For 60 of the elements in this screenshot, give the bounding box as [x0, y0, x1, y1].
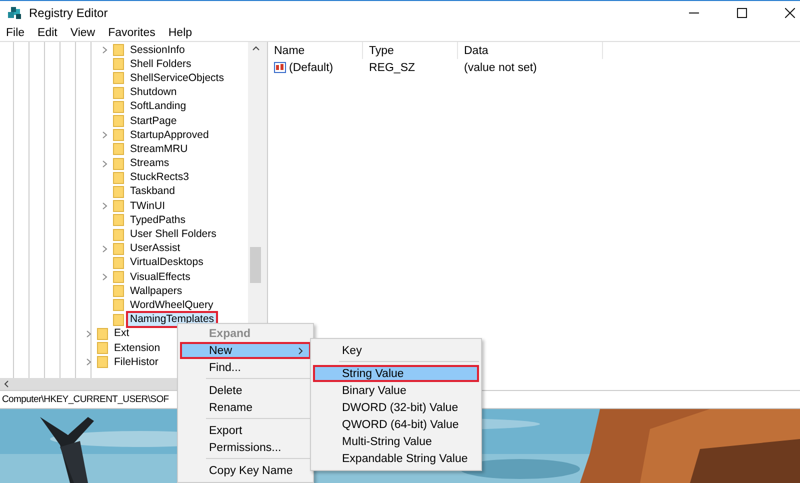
folder-icon [113, 129, 124, 142]
folder-icon [113, 314, 124, 326]
close-icon[interactable] [785, 8, 795, 18]
menu-bar-item[interactable]: Edit [38, 26, 58, 38]
chevron-icon[interactable] [102, 273, 108, 282]
menu-item[interactable]: Multi-String Value [313, 433, 479, 450]
folder-icon [113, 200, 124, 212]
scroll-left-icon[interactable] [4, 380, 9, 388]
chevron-icon[interactable] [102, 46, 108, 54]
menu-item[interactable]: Key [313, 342, 479, 359]
scroll-up-icon[interactable] [252, 46, 260, 51]
folder-icon [97, 356, 108, 368]
chevron-icon[interactable] [102, 244, 108, 253]
folder-icon [113, 100, 124, 113]
folder-icon [113, 143, 124, 156]
folder-icon [113, 242, 124, 255]
menu-item[interactable]: New [180, 342, 311, 359]
folder-icon [113, 285, 124, 298]
table-cell: (Default) [289, 62, 334, 74]
scrollbar-thumb[interactable] [250, 247, 261, 283]
folder-icon [113, 186, 124, 198]
chevron-icon[interactable] [102, 160, 108, 168]
chevron-icon[interactable] [86, 358, 92, 366]
menu-item[interactable]: Expandable String Value [313, 450, 479, 467]
folder-icon [113, 256, 124, 269]
menu-bar-item[interactable]: File [6, 26, 25, 38]
window-title: Registry Editor [29, 6, 108, 20]
folder-icon [113, 44, 124, 56]
column-header[interactable]: Type [363, 42, 458, 59]
chevron-icon[interactable] [102, 202, 108, 210]
folder-icon [113, 228, 124, 241]
menu-item[interactable]: String Value [313, 365, 479, 382]
menu-item[interactable]: Copy Key Name [180, 462, 311, 479]
menu-bar-item[interactable]: Favorites [108, 26, 156, 38]
maximize-icon[interactable] [737, 8, 747, 18]
folder-icon [113, 214, 124, 226]
app-icon [7, 6, 23, 20]
folder-icon [113, 58, 124, 70]
menu-bar-item[interactable]: Help [168, 26, 192, 38]
folder-icon [113, 299, 124, 312]
folder-icon [113, 172, 124, 184]
menu-item[interactable]: Find... [180, 359, 311, 376]
menu-item[interactable]: Permissions... [180, 439, 311, 456]
chevron-icon[interactable] [86, 330, 92, 338]
chevron-icon[interactable] [102, 131, 108, 140]
column-header[interactable]: Data [458, 42, 603, 59]
table-cell-text: (value not set) [463, 62, 538, 74]
menu-item[interactable]: Export [180, 422, 311, 439]
table-cell-text: REG_SZ [368, 62, 416, 74]
folder-icon [113, 86, 124, 99]
menu-item[interactable]: QWORD (64-bit) Value [313, 416, 479, 433]
folder-icon [113, 271, 124, 284]
folder-icon [113, 72, 124, 84]
string-value-icon [274, 62, 286, 73]
folder-icon [97, 342, 108, 354]
folder-icon [97, 328, 108, 340]
folder-icon [113, 158, 124, 170]
menu-bar-item[interactable]: View [70, 26, 96, 38]
folder-icon [113, 115, 124, 128]
column-header[interactable]: Name [268, 42, 363, 59]
